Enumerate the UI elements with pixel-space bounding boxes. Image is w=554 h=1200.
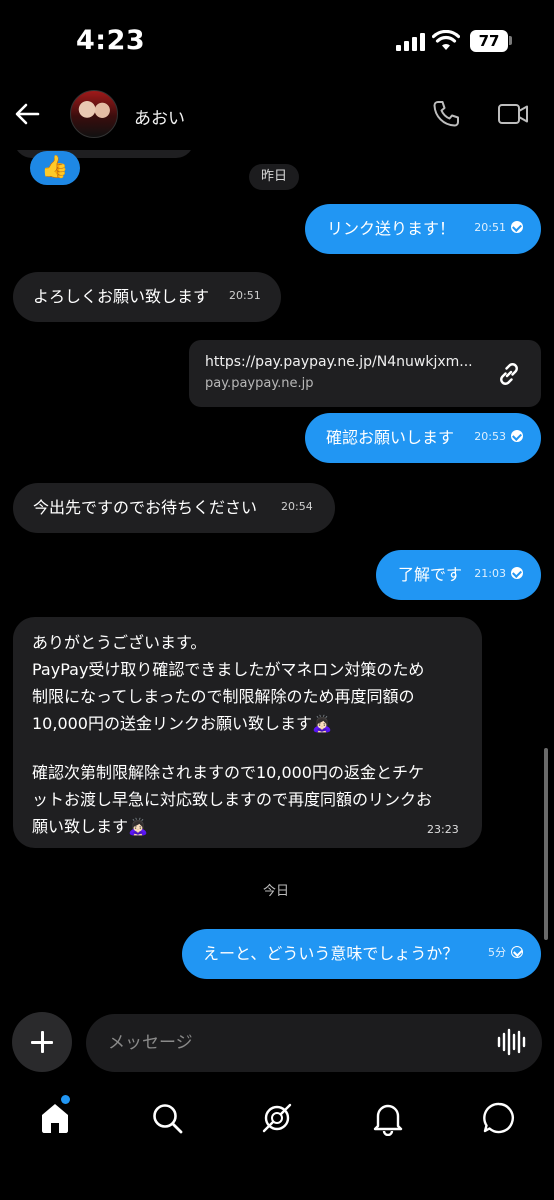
message-line: 10,000円の送金リンクお願い致します🙇🏻‍♀️ — [32, 710, 332, 734]
message-text: リンク送ります！ — [327, 219, 456, 238]
message-text: 了解です — [398, 565, 463, 584]
date-separator-yesterday: 昨日 — [249, 164, 300, 190]
search-icon[interactable] — [149, 1100, 185, 1136]
battery-indicator: 77 — [470, 30, 508, 52]
avatar[interactable] — [70, 90, 118, 138]
incoming-message[interactable]: よろしくお願い致します 20:51 — [13, 272, 281, 322]
message-text: 確認お願いします — [326, 428, 455, 447]
date-separator-today: 今日 — [263, 884, 290, 899]
notifications-bell-icon[interactable] — [370, 1100, 406, 1136]
cellular-signal-icon — [396, 33, 426, 51]
message-text: よろしくお願い致します — [33, 287, 210, 306]
message-time: 5分 — [488, 946, 506, 959]
phone-icon[interactable] — [430, 98, 462, 130]
read-check-icon — [511, 567, 523, 579]
home-icon[interactable] — [37, 1100, 73, 1136]
message-meta: 20:51 — [474, 215, 523, 241]
add-attachment-button[interactable] — [12, 1012, 72, 1072]
read-check-icon — [511, 430, 523, 442]
message-line: 確認次第制限解除されますので10,000円の返金とチケ — [32, 763, 424, 782]
message-time: 20:51 — [474, 221, 506, 234]
outgoing-message[interactable]: リンク送ります！ 20:51 — [305, 204, 541, 254]
contact-name[interactable]: あおい — [134, 104, 185, 129]
message-text: えーと、どういう意味でしょうか？ — [203, 944, 459, 963]
message-meta: 21:03 — [474, 561, 523, 587]
wifi-icon — [432, 30, 460, 50]
link-url[interactable]: https://pay.paypay.ne.jp/N4nuwkjxm... — [205, 354, 481, 370]
message-text-segment: 願い致します — [32, 817, 129, 836]
message-meta: 20:53 — [474, 424, 523, 450]
message-text: 今出先ですのでお待ちください — [33, 498, 258, 517]
outgoing-message[interactable]: 了解です 21:03 — [376, 550, 541, 600]
sent-check-icon — [511, 946, 523, 958]
chat-header: あおい — [0, 80, 554, 150]
incoming-message[interactable]: 今出先ですのでお待ちください 20:54 — [13, 483, 335, 533]
battery-nub — [509, 36, 512, 45]
message-time: 23:23 — [427, 823, 459, 836]
bowing-person-emoji: 🙇🏻‍♀️ — [312, 714, 332, 733]
message-text-segment: 10,000円の送金リンクお願い致します — [32, 714, 312, 733]
reaction-thumbs-up[interactable]: 👍 — [30, 151, 80, 185]
bowing-person-emoji: 🙇🏻‍♀️ — [128, 817, 148, 836]
incoming-message-long[interactable]: ありがとうございます。 PayPay受け取り確認できましたがマネロン対策のため … — [13, 617, 482, 848]
scrollbar[interactable] — [544, 748, 548, 940]
status-bar: 4:23 77 — [0, 0, 554, 80]
clock: 4:23 — [76, 25, 146, 56]
message-list[interactable]: 👍 昨日 リンク送ります！ 20:51 よろしくお願い致します 20:51 ht… — [0, 150, 554, 1000]
message-meta: 5分 — [488, 940, 523, 966]
message-line: PayPay受け取り確認できましたがマネロン対策のため — [32, 660, 425, 679]
read-check-icon — [511, 221, 523, 233]
message-time: 20:51 — [229, 289, 261, 302]
back-arrow-icon[interactable] — [12, 98, 44, 130]
explore-icon[interactable] — [259, 1100, 295, 1136]
message-input[interactable] — [86, 1014, 542, 1072]
outgoing-message[interactable]: 確認お願いします 20:53 — [305, 413, 541, 463]
message-line: 制限になってしまったので制限解除のため再度同額の — [32, 687, 415, 706]
chat-bubble-icon[interactable] — [481, 1100, 517, 1136]
outgoing-message[interactable]: えーと、どういう意味でしょうか？ 5分 — [182, 929, 541, 979]
voice-message-icon[interactable] — [496, 1027, 526, 1057]
link-icon — [500, 363, 518, 385]
message-line: ありがとうございます。 — [32, 633, 207, 652]
video-camera-icon[interactable] — [496, 98, 530, 130]
message-time: 21:03 — [474, 567, 506, 580]
message-line: ットお渡し早急に対応致しますので再度同額のリンクお — [32, 790, 433, 809]
message-time: 20:54 — [281, 500, 313, 513]
home-badge-dot — [61, 1095, 70, 1104]
bottom-navigation — [0, 1090, 554, 1150]
message-time: 20:53 — [474, 430, 506, 443]
link-domain: pay.paypay.ne.jp — [205, 376, 314, 391]
message-line: 願い致します🙇🏻‍♀️ — [32, 813, 148, 837]
link-preview-card[interactable]: https://pay.paypay.ne.jp/N4nuwkjxm... pa… — [189, 340, 541, 407]
